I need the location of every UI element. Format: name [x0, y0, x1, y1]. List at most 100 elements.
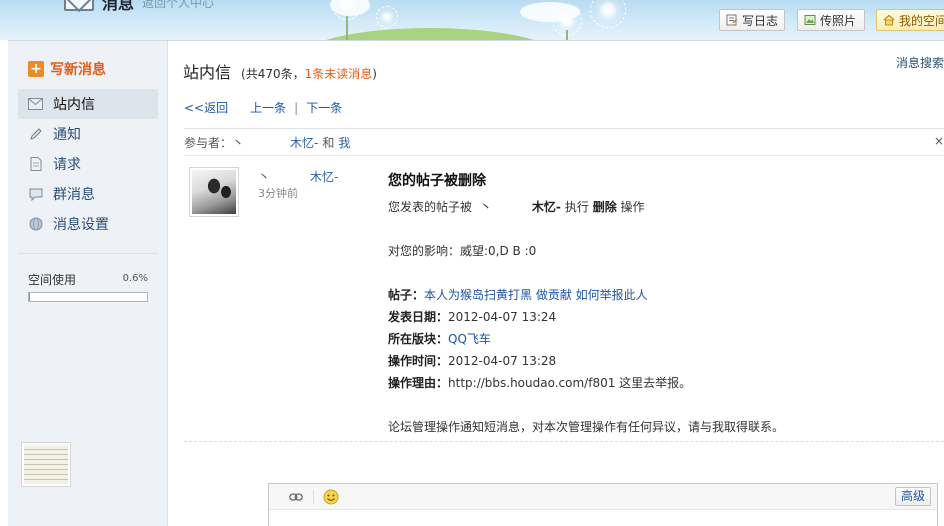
notice-action: 执行: [564, 200, 589, 214]
message-body: 您的帖子被删除 您发表的帖子被 丶 木忆- 执行 删除 操作 对您的影响：威望:0,…: [388, 170, 938, 438]
reason-value: http://bbs.houdao.com/f801 这里去举报。: [448, 376, 692, 390]
participants-and: 和: [322, 135, 335, 150]
post-label: 帖子：: [388, 288, 425, 302]
reason-line: 操作理由：http://bbs.houdao.com/f801 这里去举报。: [388, 372, 938, 394]
toolbar-divider: [313, 489, 314, 504]
message-footer: 论坛管理操作通知短消息，对本次管理操作有任何异议，请与我取得联系。: [388, 420, 785, 434]
envelope-icon: [28, 97, 43, 112]
sidebar-item-label: 群消息: [53, 187, 95, 203]
sender-avatar[interactable]: [189, 167, 239, 217]
dandelion-stem: [566, 30, 568, 40]
page-title: 站内信: [183, 63, 232, 82]
banner-title-group: 消息 返回个人中心: [64, 0, 214, 14]
dandelion-decoration: [376, 6, 398, 28]
sidebar-item-label: 请求: [53, 157, 81, 173]
message-subnav: <<返回 上一条 | 下一条: [184, 99, 342, 116]
storage-usage: 空间使用 0.6%: [28, 271, 148, 302]
page-header: 站内信 (共470条，1条未读消息): [183, 59, 377, 83]
back-link[interactable]: <<返回: [184, 99, 228, 116]
dandelion-decoration: [590, 0, 626, 28]
globe-icon: [28, 217, 43, 232]
back-to-profile-link[interactable]: 返回个人中心: [142, 0, 214, 11]
next-message-link[interactable]: 下一条: [306, 99, 342, 116]
operation-time-line: 操作时间：2012-04-07 13:28: [388, 350, 938, 372]
pencil-icon: [28, 127, 43, 142]
reason-label: 操作理由：: [388, 376, 449, 390]
count-suffix: ): [372, 67, 377, 81]
emoji-icon[interactable]: [322, 488, 340, 506]
storage-usage-fill: [29, 293, 30, 301]
mail-icon: [64, 0, 94, 11]
write-blog-button[interactable]: 写日志: [719, 9, 785, 31]
subnav-separator: |: [294, 100, 299, 115]
write-blog-label: 写日志: [742, 13, 779, 28]
notice-prefix: 您发表的帖子被: [388, 200, 473, 214]
message-search-link[interactable]: 消息搜索: [896, 54, 944, 71]
my-space-label: 我的空间: [899, 13, 944, 28]
participants-bar: 参与者：丶 木忆- 和 我 ×: [184, 128, 944, 156]
sidebar-item-requests[interactable]: 请求: [18, 149, 158, 179]
sidebar-item-settings[interactable]: 消息设置: [18, 209, 158, 239]
my-space-button[interactable]: 我的空间: [876, 9, 944, 31]
forum-line: 所在版块：QQ飞车: [388, 328, 938, 350]
sidebar-item-group-messages[interactable]: 群消息: [18, 179, 158, 209]
plus-icon: +: [28, 61, 44, 77]
sender-name-group: 丶 木忆-: [258, 168, 338, 185]
link-icon[interactable]: [287, 488, 305, 506]
sidebar-item-label: 站内信: [53, 97, 95, 113]
unread-count-link[interactable]: 1条未读消息: [305, 67, 373, 81]
sidebar-item-inbox[interactable]: 站内信: [18, 89, 158, 119]
sidebar-divider: [18, 253, 158, 254]
message-subject: 您的帖子被删除: [388, 173, 486, 189]
reply-editor[interactable]: 高级: [268, 483, 938, 526]
avatar-image: [192, 170, 236, 214]
reply-avatar[interactable]: [21, 442, 71, 487]
storage-usage-bar: [28, 292, 148, 302]
sidebar-item-label: 通知: [53, 127, 81, 143]
operation-time-label: 操作时间：: [388, 354, 449, 368]
notice-action-bold: 删除: [592, 200, 617, 214]
upload-photo-button[interactable]: 传照片: [797, 9, 865, 31]
prev-message-link[interactable]: 上一条: [250, 99, 286, 116]
sidebar-item-label: 消息设置: [53, 217, 109, 233]
message-item: 丶木忆- 3分钟前 您的帖子被删除 您发表的帖子被 丶木忆- 执行 删除 操作 对…: [184, 156, 944, 442]
participants-label: 参与者：丶: [184, 135, 245, 150]
sidebar-item-notifications[interactable]: 通知: [18, 119, 158, 149]
operation-time-value: 2012-04-07 13:28: [448, 354, 557, 368]
top-banner: 消息 返回个人中心 写日志 传照片 我的空间: [0, 0, 944, 40]
post-link[interactable]: 本人为猴岛扫黄打黑 做贡献 如何举报此人: [424, 288, 648, 302]
editor-toolbar: 高级: [269, 484, 937, 510]
post-date-value: 2012-04-07 13:24: [448, 310, 557, 324]
avatar-image: [24, 445, 68, 484]
operator-name: 木忆-: [531, 200, 561, 214]
photo-icon: [804, 15, 816, 25]
compose-label: 写新消息: [50, 62, 106, 78]
participant-name[interactable]: 木忆-: [290, 134, 318, 151]
advanced-editor-button[interactable]: 高级: [894, 487, 931, 506]
post-date-label: 发表日期：: [388, 310, 449, 324]
chat-bubble-icon: [28, 187, 43, 202]
banner-title: 消息: [102, 0, 135, 13]
post-line: 帖子：本人为猴岛扫黄打黑 做贡献 如何举报此人: [388, 284, 938, 306]
message-count: (共470条，1条未读消息): [241, 65, 377, 82]
dandelion-stem: [346, 16, 348, 40]
close-icon[interactable]: ×: [934, 134, 944, 148]
storage-usage-label: 空间使用: [28, 273, 77, 287]
sender-name-link[interactable]: 木忆-: [310, 170, 338, 184]
participant-me[interactable]: 我: [338, 134, 350, 151]
deletion-notice: 您发表的帖子被 丶 木忆- 执行 删除 操作: [388, 196, 938, 218]
forum-link[interactable]: QQ飞车: [448, 332, 491, 346]
sidebar-nav: 站内信 通知 请求 群消息 消息设置: [18, 89, 158, 239]
message-time: 3分钟前: [258, 187, 298, 200]
compose-message-button[interactable]: + 写新消息: [28, 59, 106, 79]
document-icon: [28, 157, 43, 172]
banner-hill: [300, 28, 560, 40]
notebook-icon: [726, 14, 738, 26]
count-prefix: (共470条，: [241, 67, 305, 81]
message-content: 站内信 (共470条，1条未读消息) 消息搜索 <<返回 上一条 | 下一条 参…: [168, 41, 944, 526]
upload-photo-label: 传照片: [820, 13, 857, 28]
post-date-line: 发表日期：2012-04-07 13:24: [388, 306, 938, 328]
storage-usage-percent: 0.6%: [122, 273, 148, 284]
notice-suffix: 操作: [620, 200, 645, 214]
home-icon: [883, 14, 895, 26]
